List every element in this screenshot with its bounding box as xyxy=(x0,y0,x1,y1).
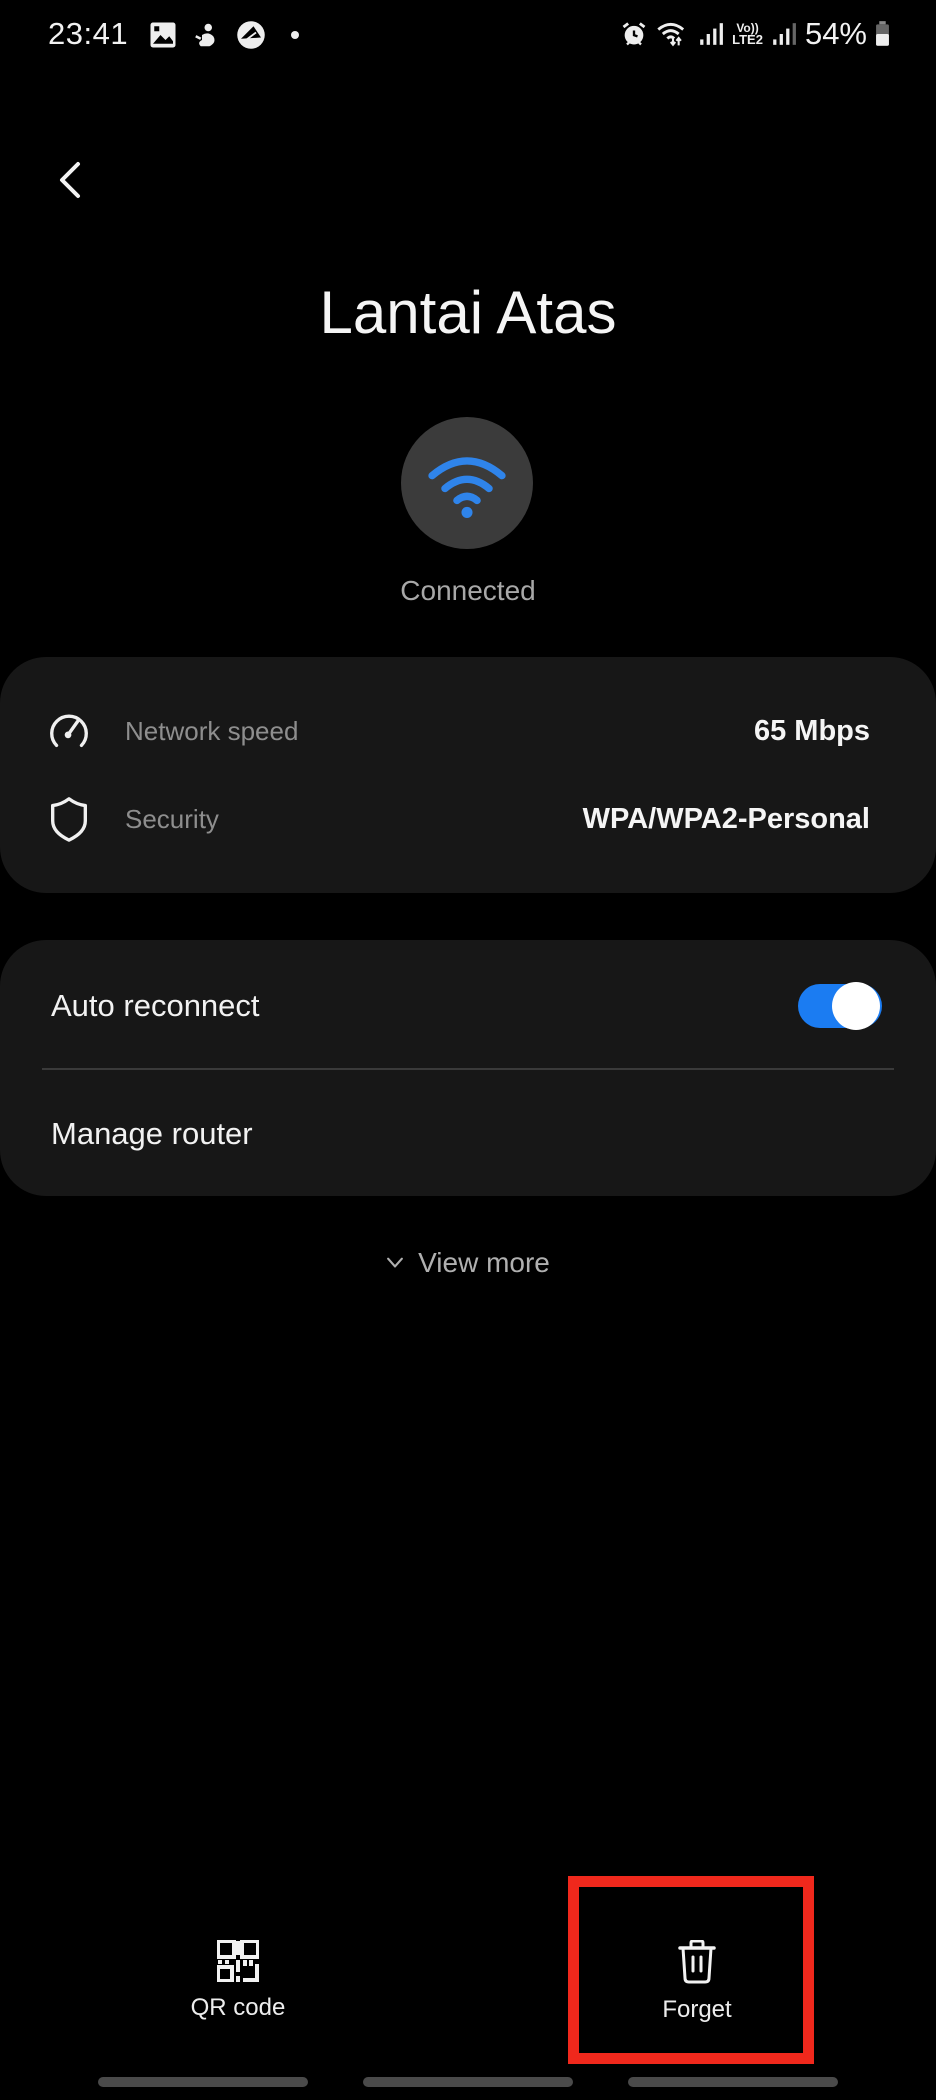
status-right-icons: Vo)) LTE2 54% xyxy=(620,16,890,52)
network-name-title: Lantai Atas xyxy=(319,279,617,346)
shield-icon xyxy=(51,797,87,842)
connection-status: Connected xyxy=(400,575,536,606)
auto-reconnect-toggle[interactable] xyxy=(798,982,882,1030)
wifi-status-badge xyxy=(401,417,533,549)
view-more-button[interactable]: View more xyxy=(0,1243,936,1283)
nav-pill-recents[interactable] xyxy=(98,2077,308,2087)
volte-lte2-icon: Vo)) LTE2 xyxy=(732,22,763,47)
lte2-label: LTE2 xyxy=(732,31,763,47)
notification-app-icon xyxy=(195,23,215,47)
info-row-security: Security WPA/WPA2-Personal xyxy=(0,789,936,849)
nav-pill-back[interactable] xyxy=(628,2077,838,2087)
battery-percent: 54% xyxy=(804,16,867,51)
annotation-highlight-box xyxy=(568,1876,814,2064)
wifi-icon xyxy=(428,457,506,518)
toggle-knob xyxy=(832,982,880,1030)
dot-icon xyxy=(291,31,299,39)
status-left-icons xyxy=(148,20,300,50)
nav-pill-home[interactable] xyxy=(363,2077,573,2087)
signal-1-icon xyxy=(700,23,724,45)
network-info-card: Network speed 65 Mbps Security WPA/WPA2-… xyxy=(0,657,936,893)
signal-2-icon xyxy=(773,23,796,45)
qr-code-label: QR code xyxy=(190,1994,286,2021)
info-row-network-speed: Network speed 65 Mbps xyxy=(0,701,936,761)
manage-router-row[interactable]: Manage router xyxy=(0,1072,936,1196)
qr-code-button[interactable]: QR code xyxy=(158,1940,318,2050)
chevron-left-icon xyxy=(60,162,80,198)
security-value: WPA/WPA2-Personal xyxy=(582,802,870,835)
wifi-data-icon xyxy=(657,22,685,47)
battery-icon xyxy=(876,21,889,46)
view-more-label: View more xyxy=(418,1247,550,1278)
speedometer-icon xyxy=(50,714,88,748)
back-button[interactable] xyxy=(44,152,94,208)
qr-code-icon xyxy=(217,1940,259,1982)
alarm-icon xyxy=(622,22,646,46)
app-logo-icon xyxy=(237,21,265,49)
network-speed-label: Network speed xyxy=(125,715,299,746)
network-speed-value: 65 Mbps xyxy=(753,714,870,747)
network-settings-card: Auto reconnect Manage router xyxy=(0,940,936,1196)
security-label: Security xyxy=(125,803,219,834)
status-time: 23:41 xyxy=(48,16,129,51)
auto-reconnect-row[interactable]: Auto reconnect xyxy=(0,944,936,1068)
chevron-down-icon xyxy=(387,1257,404,1268)
manage-router-label: Manage router xyxy=(51,1116,253,1151)
gallery-icon xyxy=(150,22,176,48)
status-bar: 23:41 Vo)) LTE2 54% xyxy=(0,0,936,70)
auto-reconnect-label: Auto reconnect xyxy=(51,988,260,1023)
divider xyxy=(42,1068,894,1070)
